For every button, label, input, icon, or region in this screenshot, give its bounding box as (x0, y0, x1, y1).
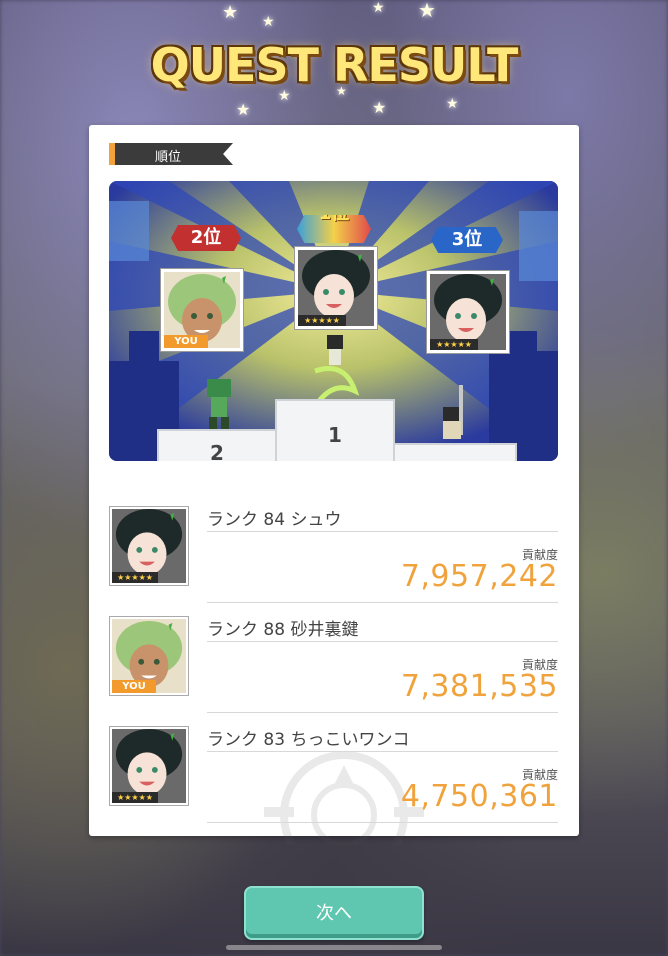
rank-3-portrait: ★★★★★ (427, 271, 509, 353)
podium-stand-1: 1 (275, 399, 395, 461)
player-portrait: ★★★★★ (109, 726, 189, 806)
rarity-stars: ★★★★★ (430, 339, 478, 350)
rank-2-ribbon: 2位 (171, 225, 241, 251)
podium-stand-3: 3 (393, 443, 517, 461)
rarity-stars: ★★★★★ (112, 792, 158, 803)
player-name: ランク 84 シュウ (207, 510, 342, 530)
home-indicator[interactable] (226, 945, 442, 950)
player-name: ランク 83 ちっこいワンコ (207, 730, 410, 750)
result-panel: 順位 2位 3位 YOU ★★★★★ ★★★★★ 2 1 ★★★★★ ランク 8… (89, 125, 579, 845)
rank-3-ribbon: 3位 (431, 227, 503, 253)
rarity-stars: ★★★★★ (298, 315, 346, 326)
sparkle-icon: ★ (372, 0, 385, 16)
next-button[interactable]: 次へ (244, 886, 424, 940)
contribution-score: 7,381,535 (400, 669, 558, 704)
sparkle-icon: ★ (372, 98, 387, 117)
contribution-score: 4,750,361 (400, 779, 558, 814)
quest-result-title: QUEST RESULT (150, 38, 519, 92)
section-label: 順位 (155, 150, 182, 165)
sparkle-icon: ★ (418, 0, 436, 22)
contribution-score: 7,957,242 (400, 559, 558, 594)
podium-scene: 2位 1位 3位 YOU (109, 181, 558, 461)
ranking-section-tag: 順位 (109, 143, 233, 165)
sparkle-icon: ★ (236, 100, 251, 119)
rank-3-character-sprite (443, 385, 463, 439)
sparkle-icon: ★ (262, 14, 275, 30)
rank-1-portrait: ★★★★★ (295, 247, 377, 329)
rank-2-portrait: YOU (161, 269, 243, 351)
podium-stand-2: 2 (157, 429, 277, 461)
you-badge: YOU (112, 680, 156, 693)
result-row-3: ★★★★★ ランク 83 ちっこいワンコ 貢献度 4,750,361 (109, 721, 558, 831)
player-portrait: YOU (109, 616, 189, 696)
rarity-stars: ★★★★★ (112, 572, 158, 583)
you-badge: YOU (164, 335, 208, 348)
result-row-1: ★★★★★ ランク 84 シュウ 貢献度 7,957,242 (109, 501, 558, 611)
player-name: ランク 88 砂井裏鍵 (207, 620, 359, 640)
result-row-2: YOU ランク 88 砂井裏鍵 貢献度 7,381,535 (109, 611, 558, 721)
player-portrait: ★★★★★ (109, 506, 189, 586)
rank-2-character-sprite (207, 379, 231, 429)
sparkle-icon: ★ (446, 96, 459, 112)
sparkle-icon: ★ (222, 2, 239, 23)
